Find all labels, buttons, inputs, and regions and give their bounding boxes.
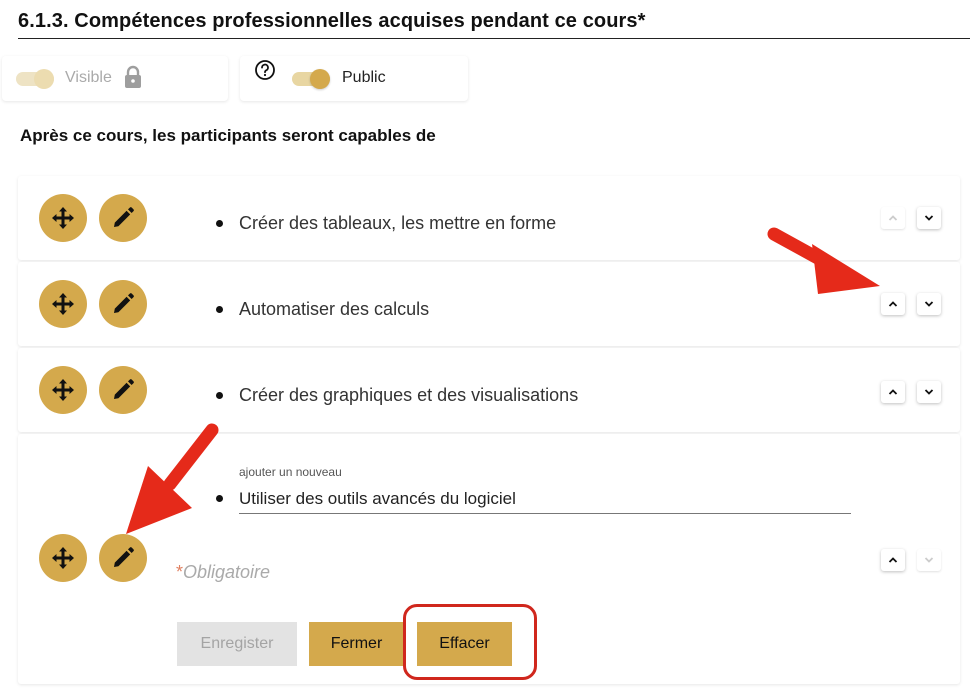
item-text: Automatiser des calculs	[239, 299, 430, 319]
visible-label: Visible	[65, 69, 112, 86]
move-down-button[interactable]	[917, 207, 941, 229]
chevron-up-icon	[888, 389, 898, 395]
edit-button[interactable]	[99, 194, 147, 242]
chevron-up-icon	[888, 557, 898, 563]
new-item-label: ajouter un nouveau	[239, 465, 342, 479]
bullet	[216, 392, 223, 399]
list-item: Créer des tableaux, les mettre en forme	[18, 176, 960, 260]
question-circle-icon[interactable]	[254, 59, 276, 81]
move-down-button[interactable]	[917, 549, 941, 571]
move-up-button[interactable]	[881, 381, 905, 403]
move-down-button[interactable]	[917, 381, 941, 403]
move-down-button[interactable]	[917, 293, 941, 315]
visible-toggle-card: Visible	[2, 56, 228, 101]
chevron-down-icon	[924, 389, 934, 395]
move-up-button[interactable]	[881, 207, 905, 229]
list-item: Automatiser des calculs	[18, 262, 960, 346]
item-text: Créer des tableaux, les mettre en forme	[239, 213, 557, 233]
new-item-input[interactable]	[239, 484, 851, 514]
save-button[interactable]: Enregister	[177, 622, 297, 666]
required-text: Obligatoire	[183, 562, 271, 582]
move-button[interactable]	[39, 366, 87, 414]
move-arrows-icon	[52, 547, 74, 569]
list-item: Créer des graphiques et des visualisatio…	[18, 348, 960, 432]
chevron-down-icon	[924, 301, 934, 307]
public-toggle-card: Public	[240, 56, 468, 101]
move-button[interactable]	[39, 534, 87, 582]
edit-button[interactable]	[99, 280, 147, 328]
bullet	[216, 495, 223, 502]
chevron-up-icon	[888, 301, 898, 307]
chevron-up-icon	[888, 215, 898, 221]
move-button[interactable]	[39, 280, 87, 328]
subheading: Après ce cours, les participants seront …	[20, 126, 436, 145]
move-button[interactable]	[39, 194, 87, 242]
pencil-icon	[114, 293, 134, 313]
move-arrows-icon	[52, 379, 74, 401]
move-up-button[interactable]	[881, 549, 905, 571]
required-star: *	[176, 562, 184, 582]
clear-button[interactable]: Effacer	[417, 622, 512, 666]
move-up-button[interactable]	[881, 293, 905, 315]
section-title: 6.1.3. Compétences professionnelles acqu…	[18, 10, 970, 39]
visible-toggle	[14, 69, 56, 89]
chevron-down-icon	[924, 215, 934, 221]
lock-icon	[125, 65, 141, 88]
public-label: Public	[342, 69, 386, 86]
pencil-icon	[114, 379, 134, 399]
edit-button[interactable]	[99, 366, 147, 414]
edit-button[interactable]	[99, 534, 147, 582]
pencil-icon	[114, 547, 134, 567]
pencil-icon	[114, 207, 134, 227]
bullet	[216, 306, 223, 313]
bullet	[216, 220, 223, 227]
move-arrows-icon	[52, 207, 74, 229]
move-arrows-icon	[52, 293, 74, 315]
chevron-down-icon	[924, 557, 934, 563]
required-hint: *Obligatoire	[176, 562, 270, 583]
close-button[interactable]: Fermer	[309, 622, 404, 666]
public-toggle[interactable]	[290, 69, 332, 89]
item-text: Créer des graphiques et des visualisatio…	[239, 385, 579, 405]
new-item-editor: ajouter un nouveau *Obligatoire Enregist…	[18, 434, 960, 684]
